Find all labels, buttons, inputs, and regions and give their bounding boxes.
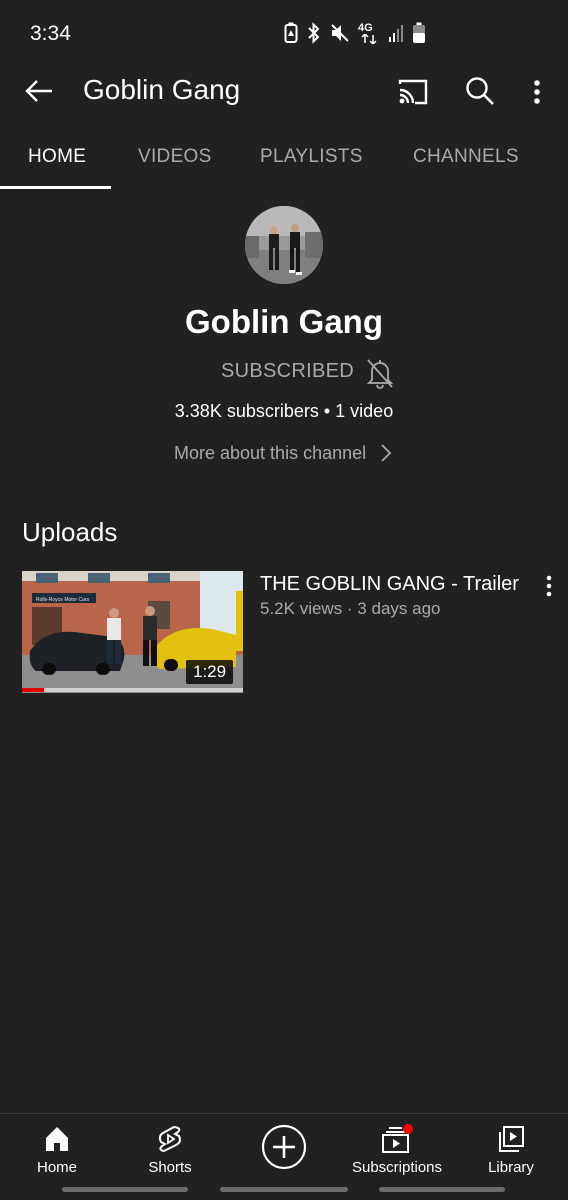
gesture-bar-center [220,1187,348,1192]
video-duration: 1:29 [186,660,234,684]
youtube-channel-screen: 3:34 4G Goblin Gang HOME VIDEOS PLAYLIST… [0,0,568,1200]
create-plus-icon [261,1124,307,1170]
nav-home[interactable]: Home [2,1124,112,1182]
video-menu-button[interactable] [538,573,560,601]
tab-channels[interactable]: CHANNELS [413,146,519,168]
cast-button[interactable] [396,74,430,108]
watch-progress-fill [22,688,45,692]
tab-indicator [0,186,111,189]
search-button[interactable] [463,74,497,108]
nav-library[interactable]: Library [456,1124,566,1182]
mute-icon [331,24,349,42]
nav-subscriptions[interactable]: Subscriptions [342,1124,452,1182]
notification-bell-button[interactable] [365,357,395,389]
tab-home[interactable]: HOME [28,146,86,168]
video-title[interactable]: THE GOBLIN GANG - Trailer [260,573,519,596]
lte-icon: 4G [358,22,380,44]
shorts-icon [158,1125,181,1153]
gesture-bar-left [62,1187,188,1192]
nav-library-label: Library [488,1159,534,1176]
watch-progress-bar [22,688,243,692]
bell-off-icon [366,359,394,389]
library-icon [499,1126,524,1152]
tab-videos[interactable]: VIDEOS [138,146,212,168]
status-bar: 3:34 4G [0,0,568,68]
back-arrow-icon [25,80,52,102]
video-meta: 5.2K views · 3 days ago [260,599,441,618]
nav-shorts-label: Shorts [148,1159,192,1176]
status-time: 3:34 [30,22,71,45]
chevron-right-icon [381,444,392,462]
subscribe-row: SUBSCRIBED [0,355,568,391]
thumbnail-sign-text: Rolls-Royce Motor Cars [36,597,90,603]
avatar-image [245,206,323,284]
channel-avatar[interactable] [245,206,323,284]
notification-dot [403,1124,413,1134]
search-icon [466,77,494,105]
gesture-bar-right [379,1187,505,1192]
more-vert-icon [534,80,540,104]
lte-label: 4G [358,22,373,34]
more-about-channel-link[interactable]: More about this channel [174,440,392,466]
status-icons: 4G [284,22,426,44]
video-thumbnail[interactable]: Rolls-Royce Motor Cars 1:29 [22,571,243,693]
uploads-section-title: Uploads [22,517,118,547]
subscribed-button[interactable]: SUBSCRIBED [221,360,354,383]
nav-shorts[interactable]: Shorts [115,1124,225,1182]
signal-icon [389,25,403,42]
nav-home-label: Home [36,1159,77,1176]
more-about-label: More about this channel [174,442,367,463]
battery-icon [413,22,425,43]
channel-stats: 3.38K subscribers • 1 video [174,401,394,421]
app-bar-title: Goblin Gang [83,74,241,105]
create-button[interactable] [261,1124,307,1170]
bluetooth-icon [308,22,320,44]
back-button[interactable] [22,74,56,108]
home-icon [46,1127,68,1151]
more-options-button[interactable] [522,74,552,108]
subscriptions-icon [382,1124,413,1153]
app-bar: Goblin Gang [0,68,568,114]
bottom-navigation: Home Shorts Subscriptions Library [0,1113,568,1200]
video-item[interactable]: Rolls-Royce Motor Cars 1:29 THE GOBLIN G… [22,571,562,693]
channel-tabs: HOME VIDEOS PLAYLISTS CHANNELS [0,128,568,190]
battery-saver-icon [284,22,298,43]
channel-name: Goblin Gang [185,303,383,340]
cast-icon [398,79,428,105]
more-vert-icon [546,575,552,597]
tab-playlists[interactable]: PLAYLISTS [260,146,363,168]
nav-subscriptions-label: Subscriptions [351,1159,443,1176]
